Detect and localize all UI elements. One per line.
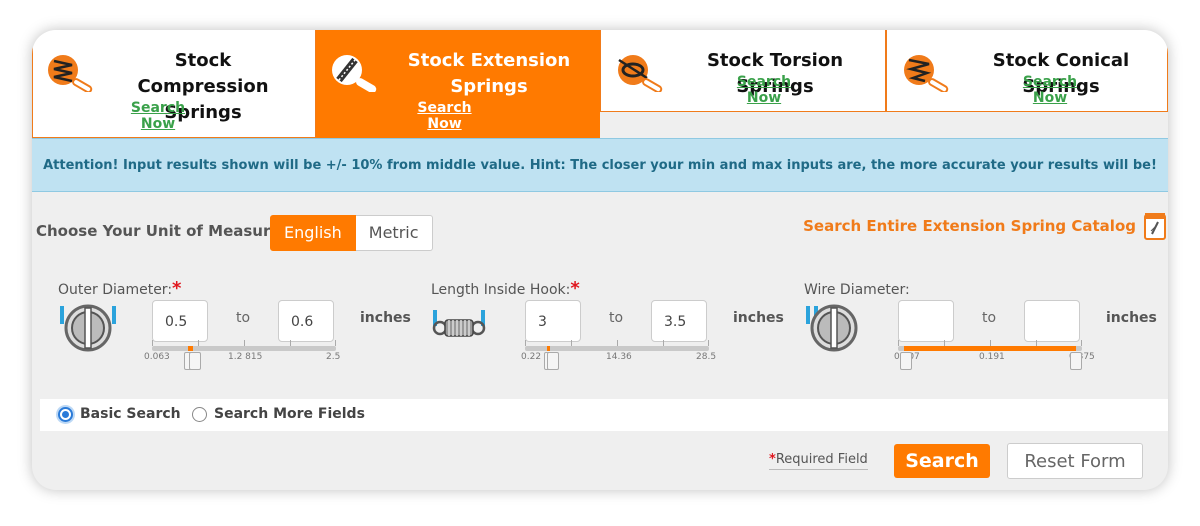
spring-search-panel: Stock Compression Springs Search Now Sto…	[32, 30, 1168, 490]
slider-tick	[525, 340, 526, 346]
slider-min-label: 0.22	[521, 352, 542, 362]
slider-tick	[990, 340, 991, 346]
inches-label: inches	[360, 310, 411, 326]
to-label: to	[609, 310, 624, 326]
outer-diameter-slider-range	[188, 346, 193, 351]
slider-tick	[898, 340, 899, 346]
tab-title-line1: Stock Extension	[407, 50, 571, 71]
slider-tick	[571, 340, 572, 346]
tab-torsion-springs[interactable]: Stock Torsion Springs Search Now	[600, 30, 886, 112]
slider-tick	[244, 340, 245, 346]
length-inside-hook-icon	[432, 310, 486, 337]
slider-handle-min[interactable]	[900, 352, 912, 370]
wire-diameter-field: Wire Diameter: to inches 0.007 0.191 0.3…	[804, 278, 1164, 378]
search-now-link[interactable]: Search Now	[1005, 74, 1095, 106]
slider-handle-max[interactable]	[547, 352, 559, 370]
required-field-note: *Required Field	[769, 452, 868, 470]
compression-spring-icon	[48, 55, 93, 92]
wire-diameter-label: Wire Diameter:	[804, 282, 910, 298]
slider-max-label: 28.5	[696, 352, 717, 362]
wire-diameter-label-row: Wire Diameter:	[804, 278, 910, 299]
tab-extension-springs[interactable]: Stock Extension Springs Search Now	[316, 30, 600, 138]
slider-tick	[663, 340, 664, 346]
wire-diameter-slider-range	[904, 346, 1076, 351]
outer-diameter-icon	[60, 304, 116, 352]
basic-search-option[interactable]: Basic Search	[58, 406, 181, 422]
required-asterisk: *	[769, 452, 776, 467]
more-fields-label: Search More Fields	[214, 406, 365, 422]
slider-tick	[198, 340, 199, 346]
length-slider-range	[547, 346, 550, 351]
tab-title-line1: Stock Compression	[137, 50, 269, 97]
unit-of-measure-label: Choose Your Unit of Measure:	[36, 222, 287, 240]
slider-tick	[617, 340, 618, 346]
required-asterisk: *	[570, 278, 580, 299]
length-inside-hook-label-row: Length Inside Hook:*	[431, 278, 580, 299]
unit-toggle: English Metric	[270, 215, 433, 251]
inches-label: inches	[733, 310, 784, 326]
slider-tick	[1036, 340, 1037, 346]
outer-diameter-label: Outer Diameter:	[58, 282, 173, 298]
wire-diameter-min-input[interactable]	[898, 300, 954, 342]
search-now-link[interactable]: Search Now	[719, 74, 809, 106]
unit-english-button[interactable]: English	[270, 215, 356, 251]
reset-form-button[interactable]: Reset Form	[1007, 443, 1143, 479]
length-slider-track[interactable]	[525, 346, 709, 351]
slider-tick	[708, 340, 709, 346]
outer-diameter-label-row: Outer Diameter:*	[58, 278, 181, 299]
slider-handle-max[interactable]	[189, 352, 201, 370]
attention-banner: Attention! Input results shown will be +…	[32, 138, 1168, 192]
slider-mid-label: 14.36	[606, 352, 632, 362]
unit-metric-button[interactable]: Metric	[355, 215, 433, 251]
search-type-row: Basic Search Search More Fields	[40, 399, 1168, 431]
slider-tick	[944, 340, 945, 346]
wire-diameter-max-input[interactable]	[1024, 300, 1080, 342]
basic-search-label: Basic Search	[80, 406, 181, 422]
slider-handle-max[interactable]	[1070, 352, 1082, 370]
search-now-link[interactable]: Search Now	[402, 100, 487, 132]
outer-diameter-max-input[interactable]: 0.6	[278, 300, 334, 342]
required-asterisk: *	[172, 278, 182, 299]
slider-max-label: 2.5	[326, 352, 341, 362]
length-max-input[interactable]: 3.5	[651, 300, 707, 342]
search-catalog-link[interactable]: Search Entire Extension Spring Catalog	[803, 217, 1136, 235]
slider-tick	[335, 340, 336, 346]
slider-mid-label: 1.2 815	[228, 352, 263, 362]
slider-tick	[152, 340, 153, 346]
slider-mid-label: 0.191	[979, 352, 1005, 362]
inches-label: inches	[1106, 310, 1157, 326]
length-inside-hook-field: Length Inside Hook:* 3 to 3.5 inches 0.2…	[431, 278, 791, 378]
slider-tick	[1081, 340, 1082, 346]
search-button[interactable]: Search	[894, 444, 990, 478]
torsion-spring-icon	[618, 55, 663, 92]
catalog-icon[interactable]	[1144, 212, 1166, 240]
required-field-text: Required Field	[775, 452, 868, 467]
to-label: to	[236, 310, 251, 326]
more-fields-radio[interactable]	[192, 406, 207, 422]
slider-min-label: 0.063	[144, 352, 170, 362]
length-min-input[interactable]: 3	[525, 300, 581, 342]
outer-diameter-field: Outer Diameter:* 0.5 to 0.6 inches 0.063…	[58, 278, 418, 378]
to-label: to	[982, 310, 997, 326]
conical-spring-icon	[904, 55, 949, 92]
tab-conical-springs[interactable]: Stock Conical Springs Search Now	[886, 30, 1168, 112]
extension-spring-icon	[332, 55, 377, 92]
slider-tick	[290, 340, 291, 346]
wire-diameter-icon	[806, 304, 858, 352]
search-now-link[interactable]: Search Now	[113, 100, 203, 132]
length-inside-hook-label: Length Inside Hook:	[431, 282, 571, 298]
tab-title-line2: Springs	[450, 76, 528, 97]
more-fields-option[interactable]: Search More Fields	[192, 406, 365, 422]
basic-search-radio[interactable]	[58, 406, 73, 422]
outer-diameter-slider-track[interactable]	[152, 346, 336, 351]
spring-type-tabs: Stock Compression Springs Search Now Sto…	[32, 30, 1168, 138]
attention-text: Attention! Input results shown will be +…	[43, 157, 1157, 173]
tab-compression-springs[interactable]: Stock Compression Springs Search Now	[32, 30, 316, 138]
outer-diameter-min-input[interactable]: 0.5	[152, 300, 208, 342]
